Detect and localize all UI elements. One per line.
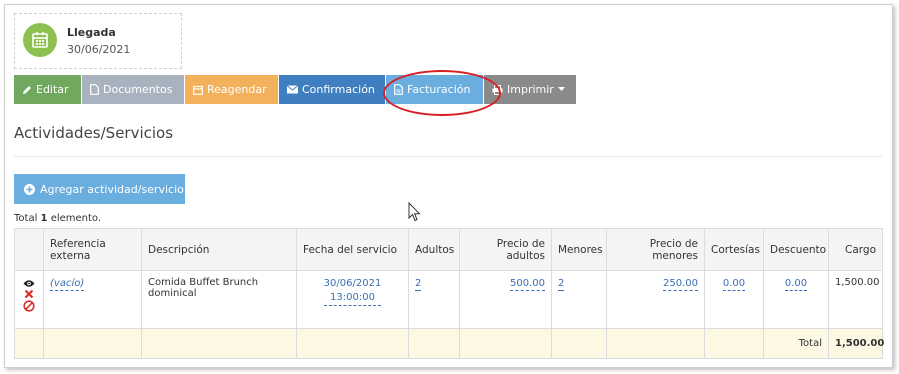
cell-courtesies[interactable]: 0.00: [704, 270, 764, 329]
footer-cell: [606, 328, 705, 359]
minors-value[interactable]: 2: [558, 277, 565, 291]
cell-minor-price[interactable]: 250.00: [606, 270, 705, 329]
footer-cell: [551, 328, 607, 359]
table-header-row: Referencia externa Descripción Fecha del…: [14, 228, 883, 271]
footer-cell: [296, 328, 409, 359]
delete-icon[interactable]: [24, 289, 34, 299]
header-discount[interactable]: Descuento: [763, 228, 829, 271]
minor-price-value[interactable]: 250.00: [663, 277, 698, 291]
add-activity-label: Agregar actividad/servicio: [40, 182, 184, 196]
service-datetime-value[interactable]: 30/06/2021 13:00:00: [323, 277, 382, 306]
cell-adults[interactable]: 2: [408, 270, 460, 329]
edit-label: Editar: [36, 83, 69, 96]
adult-price-value[interactable]: 500.00: [510, 277, 545, 291]
invoice-icon: [394, 84, 403, 95]
footer-cell: [704, 328, 764, 359]
arrival-label: Llegada: [67, 26, 116, 39]
reschedule-label: Reagendar: [207, 83, 267, 96]
cancel-icon[interactable]: [23, 300, 35, 312]
service-date-value: 30/06/2021: [323, 278, 382, 289]
arrival-card: Llegada 30/06/2021: [14, 13, 182, 69]
total-count-suffix: elemento.: [47, 213, 102, 224]
header-service-date[interactable]: Fecha del servicio: [296, 228, 409, 271]
header-minor-price[interactable]: Precio de menores: [606, 228, 705, 271]
plus-circle-icon: [24, 183, 35, 195]
confirmation-button[interactable]: Confirmación: [279, 75, 385, 104]
cell-reference[interactable]: (vacío): [43, 270, 142, 329]
section-title: Actividades/Servicios: [14, 124, 174, 142]
billing-button[interactable]: Facturación: [386, 75, 483, 104]
calendar-small-icon: [193, 85, 203, 95]
header-adult-price[interactable]: Precio de adultos: [459, 228, 552, 271]
footer-cell: [459, 328, 552, 359]
billing-label: Facturación: [407, 83, 471, 96]
courtesies-value[interactable]: 0.00: [722, 277, 746, 291]
header-charge[interactable]: Cargo: [828, 228, 883, 271]
action-toolbar: Editar Documentos Reagendar Confirmación…: [14, 75, 577, 104]
header-actions: [14, 228, 44, 271]
description-value: Comida Buffet Brunch dominical: [148, 277, 259, 299]
printer-icon: [492, 84, 503, 95]
envelope-icon: [287, 85, 298, 94]
print-label: Imprimir: [507, 83, 554, 96]
table-row: (vacío) Comida Buffet Brunch dominical 3…: [14, 270, 883, 329]
cell-charge: 1,500.00: [828, 270, 883, 329]
pencil-icon: [23, 85, 31, 94]
header-minors[interactable]: Menores: [551, 228, 607, 271]
print-button[interactable]: Imprimir: [484, 75, 576, 104]
table-footer-row: Total 1,500.00: [14, 328, 884, 359]
charge-value: 1,500.00: [835, 277, 880, 288]
adults-value[interactable]: 2: [415, 277, 422, 291]
footer-cell: [43, 328, 142, 359]
total-count-prefix: Total: [14, 213, 41, 224]
header-reference[interactable]: Referencia externa: [43, 228, 142, 271]
header-description[interactable]: Descripción: [141, 228, 297, 271]
footer-total-value: 1,500.00: [828, 328, 884, 359]
arrival-date: 30/06/2021: [67, 43, 131, 56]
cell-service-date[interactable]: 30/06/2021 13:00:00: [296, 270, 409, 329]
confirmation-label: Confirmación: [302, 83, 375, 96]
cell-description: Comida Buffet Brunch dominical: [141, 270, 297, 329]
header-adults[interactable]: Adultos: [408, 228, 460, 271]
document-icon: [90, 84, 99, 95]
edit-button[interactable]: Editar: [14, 75, 81, 104]
row-actions-cell: [14, 270, 44, 329]
discount-value[interactable]: 0.00: [784, 277, 808, 291]
eye-icon[interactable]: [23, 279, 35, 288]
cell-adult-price[interactable]: 500.00: [459, 270, 552, 329]
footer-cell: [14, 328, 44, 359]
add-activity-button[interactable]: Agregar actividad/servicio: [14, 174, 185, 204]
cell-discount[interactable]: 0.00: [763, 270, 829, 329]
total-count: Total 1 elemento.: [14, 213, 101, 224]
header-courtesies[interactable]: Cortesías: [704, 228, 764, 271]
services-table: Referencia externa Descripción Fecha del…: [14, 228, 884, 359]
mouse-cursor-icon: [408, 202, 421, 222]
caret-down-icon: [557, 87, 565, 91]
reschedule-button[interactable]: Reagendar: [185, 75, 278, 104]
cell-minors[interactable]: 2: [551, 270, 607, 329]
section-divider: [14, 156, 882, 157]
calendar-icon: [23, 23, 57, 57]
footer-cell: [141, 328, 297, 359]
documents-label: Documentos: [103, 83, 173, 96]
service-time-value: 13:00:00: [330, 292, 375, 303]
documents-button[interactable]: Documentos: [82, 75, 184, 104]
reference-value[interactable]: (vacío): [50, 277, 85, 291]
total-count-number: 1: [40, 213, 48, 224]
footer-cell: [408, 328, 460, 359]
footer-total-label: Total: [763, 328, 829, 359]
